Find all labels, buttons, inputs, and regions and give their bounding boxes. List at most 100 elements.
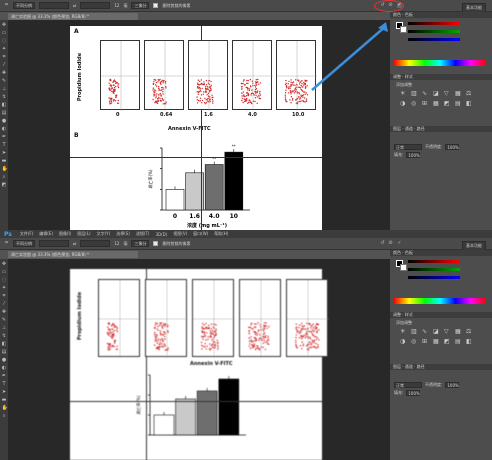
magic-wand-icon[interactable]: ✦ bbox=[2, 47, 7, 52]
cancel-icon[interactable]: ⊘ bbox=[388, 3, 393, 8]
adjustments-panel-tab[interactable]: 调整 · 样式 bbox=[390, 74, 492, 80]
eyedropper-icon[interactable]: ⁄ bbox=[2, 302, 7, 307]
marquee-tool-icon[interactable]: ▭ bbox=[2, 270, 7, 275]
curves-icon[interactable]: ∿ bbox=[422, 328, 430, 335]
shape-tool-icon[interactable]: ▬ bbox=[2, 159, 7, 164]
gradient-tool-icon[interactable]: ▤ bbox=[2, 350, 7, 355]
document-tab[interactable]: 凋亡实验图 @ 33.3% (颜色预览, RGB/8) * bbox=[8, 13, 138, 20]
fill-input[interactable]: 100% bbox=[406, 152, 421, 158]
crop-tool-icon[interactable]: ⌗ bbox=[4, 3, 9, 8]
color-swatch-icon[interactable]: ◩ bbox=[2, 183, 7, 188]
healing-brush-icon[interactable]: ✚ bbox=[2, 71, 7, 76]
blue-slider[interactable] bbox=[408, 276, 460, 279]
delete-cropped-checkbox[interactable] bbox=[153, 241, 159, 246]
menu-help[interactable]: 帮助(H) bbox=[214, 231, 228, 237]
vibrance-icon[interactable]: ▽ bbox=[444, 328, 452, 335]
document-tab[interactable]: 凋亡实验图 @ 33.3% (颜色预览, RGB/8) * bbox=[8, 251, 138, 258]
exposure-icon[interactable]: ◪ bbox=[433, 90, 441, 97]
reset-icon[interactable]: ↺ bbox=[380, 241, 385, 246]
background-color-swatch[interactable] bbox=[400, 264, 407, 271]
dodge-tool-icon[interactable]: ◐ bbox=[2, 366, 7, 371]
eyedropper-icon[interactable]: ⁄ bbox=[2, 63, 7, 68]
move-tool-icon[interactable]: ✥ bbox=[2, 23, 7, 28]
background-color-swatch[interactable] bbox=[400, 26, 407, 33]
path-select-icon[interactable]: ➤ bbox=[2, 390, 7, 395]
posterize-icon[interactable]: ▤ bbox=[455, 100, 463, 107]
document-canvas[interactable]: Propidium Iodide Annexin V-FITC 凋亡率(%) bbox=[70, 269, 329, 460]
fill-input[interactable]: 100% bbox=[406, 390, 421, 396]
healing-brush-icon[interactable]: ✚ bbox=[2, 310, 7, 315]
reset-icon[interactable]: ↺ bbox=[380, 3, 385, 8]
photo-filter-icon[interactable]: ◎ bbox=[411, 338, 419, 345]
color-panel-tab[interactable]: 颜色 · 色板 bbox=[390, 250, 492, 256]
eraser-tool-icon[interactable]: ◧ bbox=[2, 103, 7, 108]
commit-check-icon[interactable]: ✓ bbox=[397, 3, 402, 8]
lasso-tool-icon[interactable]: ◌ bbox=[2, 278, 7, 283]
hue-icon[interactable]: ▦ bbox=[455, 328, 463, 335]
swap-icon[interactable]: ⇄ bbox=[73, 3, 76, 8]
invert-icon[interactable]: ◩ bbox=[444, 338, 452, 345]
cancel-icon[interactable]: ⊘ bbox=[388, 241, 393, 246]
color-spectrum[interactable] bbox=[394, 60, 486, 66]
shape-tool-icon[interactable]: ▬ bbox=[2, 398, 7, 403]
bw-icon[interactable]: ◑ bbox=[400, 100, 408, 107]
swap-icon[interactable]: ⇄ bbox=[73, 241, 76, 246]
lookup-icon[interactable]: ▦ bbox=[433, 338, 441, 345]
red-slider[interactable] bbox=[408, 260, 460, 263]
levels-icon[interactable]: ▥ bbox=[411, 90, 419, 97]
height-input[interactable] bbox=[80, 240, 111, 247]
type-tool-icon[interactable]: T bbox=[2, 143, 7, 148]
type-tool-icon[interactable]: T bbox=[2, 382, 7, 387]
posterize-icon[interactable]: ▤ bbox=[455, 338, 463, 345]
dodge-tool-icon[interactable]: ◐ bbox=[2, 127, 7, 132]
width-input[interactable] bbox=[39, 2, 69, 9]
bw-icon[interactable]: ◑ bbox=[400, 338, 408, 345]
menu-view[interactable]: 视图(V) bbox=[173, 231, 187, 237]
opacity-input[interactable]: 100% bbox=[445, 382, 460, 388]
stamp-tool-icon[interactable]: ⊥ bbox=[2, 87, 7, 92]
hand-tool-icon[interactable]: ✋ bbox=[2, 167, 8, 172]
delete-cropped-checkbox[interactable] bbox=[153, 3, 159, 8]
menu-layer[interactable]: 图层(L) bbox=[77, 231, 90, 237]
menu-type[interactable]: 文字(Y) bbox=[97, 231, 111, 237]
menu-filter[interactable]: 滤镜(T) bbox=[136, 231, 150, 237]
overlay-select[interactable]: 三像分 bbox=[131, 2, 150, 9]
brightness-icon[interactable]: ☀ bbox=[400, 328, 408, 335]
layers-panel-tab[interactable]: 图层 · 通道 · 路径 bbox=[390, 126, 492, 132]
invert-icon[interactable]: ◩ bbox=[444, 100, 452, 107]
hand-tool-icon[interactable]: ✋ bbox=[2, 406, 8, 411]
gradient-tool-icon[interactable]: ▤ bbox=[2, 111, 7, 116]
menu-file[interactable]: 文件(F) bbox=[20, 231, 33, 237]
hue-icon[interactable]: ▦ bbox=[455, 90, 463, 97]
width-input[interactable] bbox=[39, 240, 69, 247]
height-input[interactable] bbox=[80, 2, 111, 9]
crop-tool-icon[interactable]: ⌗ bbox=[4, 241, 9, 246]
green-slider[interactable] bbox=[408, 30, 460, 33]
overlay-select[interactable]: 三像分 bbox=[131, 240, 150, 247]
color-spectrum[interactable] bbox=[394, 298, 486, 304]
menu-image[interactable]: 图像(I) bbox=[59, 231, 71, 237]
color-panel-tab[interactable]: 颜色 · 色板 bbox=[390, 12, 492, 18]
brush-tool-icon[interactable]: ✎ bbox=[2, 79, 7, 84]
pen-tool-icon[interactable]: ✒ bbox=[2, 374, 7, 379]
brightness-icon[interactable]: ☀ bbox=[400, 90, 408, 97]
levels-icon[interactable]: ▥ bbox=[411, 328, 419, 335]
blur-tool-icon[interactable]: ● bbox=[2, 119, 7, 124]
pen-tool-icon[interactable]: ✒ bbox=[2, 135, 7, 140]
ratio-select[interactable]: 不同分辨 bbox=[13, 240, 35, 247]
menu-3d[interactable]: 3D(D) bbox=[155, 232, 167, 237]
history-brush-icon[interactable]: ↯ bbox=[2, 334, 7, 339]
brush-tool-icon[interactable]: ✎ bbox=[2, 318, 7, 323]
document-canvas[interactable]: A Propidium Iodide Annexin V-FITC B 0 1.6… bbox=[70, 26, 322, 230]
red-slider[interactable] bbox=[408, 22, 460, 25]
curves-icon[interactable]: ∿ bbox=[422, 90, 430, 97]
mixer-icon[interactable]: ⊞ bbox=[422, 338, 430, 345]
eraser-tool-icon[interactable]: ◧ bbox=[2, 342, 7, 347]
crop-tool-icon[interactable]: ⌗ bbox=[2, 294, 7, 299]
zoom-tool-icon[interactable]: ⌕ bbox=[2, 175, 7, 180]
lasso-tool-icon[interactable]: ◌ bbox=[2, 39, 7, 44]
menu-select[interactable]: 选择(S) bbox=[116, 231, 130, 237]
move-tool-icon[interactable]: ✥ bbox=[2, 262, 7, 267]
photo-filter-icon[interactable]: ◎ bbox=[411, 100, 419, 107]
opacity-input[interactable]: 100% bbox=[445, 144, 460, 150]
